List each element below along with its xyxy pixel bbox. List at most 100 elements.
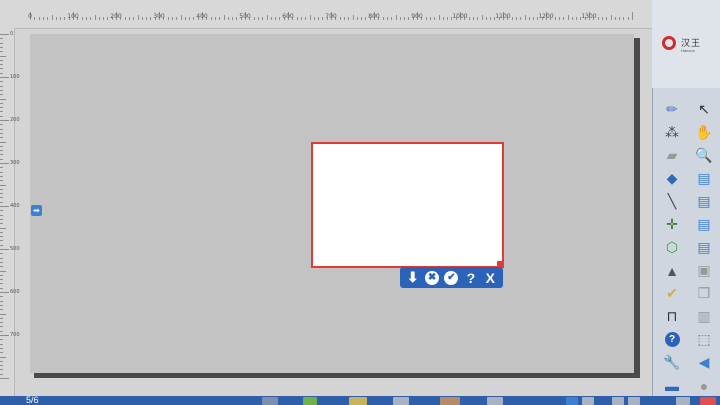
3d-shape-icon[interactable]: ▲ bbox=[656, 259, 688, 282]
ruler-label: 300 bbox=[153, 13, 165, 20]
fill-bucket-icon[interactable]: ◆ bbox=[656, 167, 688, 190]
copy-icon[interactable]: ❐ bbox=[688, 282, 720, 305]
ruler-tick bbox=[322, 17, 324, 20]
ruler-tick bbox=[0, 261, 3, 263]
paste-icon[interactable]: ▥ bbox=[688, 305, 720, 328]
check-tool-icon[interactable]: ✔ bbox=[656, 282, 688, 305]
back-icon[interactable]: ◀ bbox=[688, 351, 720, 374]
marker-icon[interactable] bbox=[487, 397, 503, 405]
ruler-tick bbox=[361, 17, 363, 20]
ruler-tick bbox=[0, 171, 3, 173]
ruler-tick bbox=[571, 17, 573, 20]
ruler-tick bbox=[223, 15, 225, 20]
pencil-icon[interactable] bbox=[393, 397, 409, 405]
confirm-button[interactable]: ✔ bbox=[443, 270, 459, 286]
ruler-tick bbox=[404, 17, 406, 20]
ruler-tick bbox=[232, 17, 234, 20]
logo-icon bbox=[662, 36, 676, 50]
ruler-tick bbox=[94, 15, 96, 20]
pen-icon[interactable]: ✏ bbox=[656, 98, 688, 121]
grid-view-icon[interactable] bbox=[262, 397, 278, 405]
ruler-label: 400 bbox=[10, 203, 20, 209]
hand-icon[interactable]: ✋ bbox=[688, 121, 720, 144]
ruler-tick bbox=[279, 17, 281, 20]
line-icon[interactable]: ╲ bbox=[656, 190, 688, 213]
download-button[interactable]: ⬇ bbox=[405, 269, 421, 286]
ruler-tick bbox=[0, 141, 6, 143]
ruler-label: 200 bbox=[10, 117, 20, 123]
shape-icon[interactable]: ⬡ bbox=[656, 236, 688, 259]
help-button[interactable]: ? bbox=[463, 270, 479, 286]
ruler-label: 600 bbox=[282, 13, 294, 20]
gallery-icon[interactable]: ▣ bbox=[688, 259, 720, 282]
eraser-icon[interactable] bbox=[440, 397, 460, 405]
ruler-tick bbox=[0, 317, 3, 319]
ruler-tick bbox=[0, 34, 9, 35]
ruler-tick bbox=[103, 17, 105, 20]
ruler-tick bbox=[343, 17, 345, 20]
ruler-tick bbox=[352, 15, 354, 20]
page-edit-icon[interactable]: ▤ bbox=[688, 213, 720, 236]
page-list-icon[interactable]: ▤ bbox=[688, 236, 720, 259]
ruler-tick bbox=[528, 17, 530, 20]
image-action-toolbar: ⬇ ✖ ✔ ? X bbox=[400, 267, 503, 288]
select-icon[interactable]: ⬚ bbox=[688, 328, 720, 351]
help-icon[interactable]: ? bbox=[656, 328, 688, 351]
glasses-icon[interactable] bbox=[349, 397, 367, 405]
ruler-tick bbox=[601, 17, 603, 20]
ruler-tick bbox=[606, 17, 608, 20]
ruler-label: 100 bbox=[10, 74, 20, 80]
ruler-tick bbox=[150, 17, 152, 20]
texture-brush-icon[interactable]: ⁂ bbox=[656, 121, 688, 144]
ruler-tick bbox=[382, 17, 384, 20]
page-nav-arrow-icon[interactable]: ➡ bbox=[31, 205, 42, 216]
zoom-icon[interactable]: 🔍 bbox=[688, 144, 720, 167]
ruler-tick bbox=[0, 184, 6, 186]
screen-icon[interactable] bbox=[628, 397, 640, 405]
ruler-tick bbox=[0, 292, 9, 293]
ruler-tick bbox=[395, 15, 397, 20]
resize-handle[interactable] bbox=[497, 261, 502, 266]
ruler-tick bbox=[171, 17, 173, 20]
ruler-tick bbox=[0, 201, 3, 203]
pointer-icon[interactable]: ↖ bbox=[688, 98, 720, 121]
ruler-tick bbox=[386, 17, 388, 20]
compass-icon[interactable]: ⊓ bbox=[656, 305, 688, 328]
prev-page-icon[interactable] bbox=[566, 397, 578, 405]
window-icon[interactable] bbox=[612, 397, 624, 405]
folder-icon[interactable]: ▬ bbox=[656, 374, 688, 397]
cancel-button[interactable]: ✖ bbox=[424, 270, 440, 286]
ruler-tick bbox=[189, 17, 191, 20]
ruler-tick bbox=[0, 210, 3, 212]
ruler-tick bbox=[193, 17, 195, 20]
disk-icon[interactable]: ● bbox=[688, 374, 720, 397]
ruler-tick bbox=[0, 128, 3, 130]
ruler-tick bbox=[490, 17, 492, 20]
ruler-tick bbox=[0, 98, 6, 100]
page-icon[interactable] bbox=[582, 397, 594, 405]
exit-icon[interactable] bbox=[700, 397, 716, 405]
ruler-tick bbox=[524, 15, 526, 20]
chart-icon[interactable] bbox=[303, 397, 317, 405]
ruler-tick bbox=[0, 124, 3, 126]
ruler-tick bbox=[348, 17, 350, 20]
wrench-icon[interactable]: 🔧 bbox=[656, 351, 688, 374]
page-add-icon[interactable]: ▤ bbox=[688, 167, 720, 190]
minimize-icon[interactable] bbox=[676, 397, 690, 405]
selected-image-frame[interactable] bbox=[311, 142, 504, 268]
ruler-tick bbox=[0, 283, 3, 285]
axis-icon[interactable]: ✛ bbox=[656, 213, 688, 236]
ruler-tick bbox=[0, 347, 3, 349]
close-button[interactable]: X bbox=[482, 270, 498, 286]
ruler-tick bbox=[55, 17, 57, 20]
ruler-tick bbox=[0, 115, 3, 117]
ruler-tick bbox=[632, 12, 633, 20]
ruler-tick bbox=[85, 17, 87, 20]
ruler-tick bbox=[81, 17, 83, 20]
eraser-icon[interactable]: ▰ bbox=[656, 144, 688, 167]
ruler-tick bbox=[0, 81, 3, 83]
page-delete-icon[interactable]: ▤ bbox=[688, 190, 720, 213]
ruler-tick bbox=[270, 17, 272, 20]
ruler-tick bbox=[42, 17, 44, 20]
ruler-label: 700 bbox=[325, 13, 337, 20]
